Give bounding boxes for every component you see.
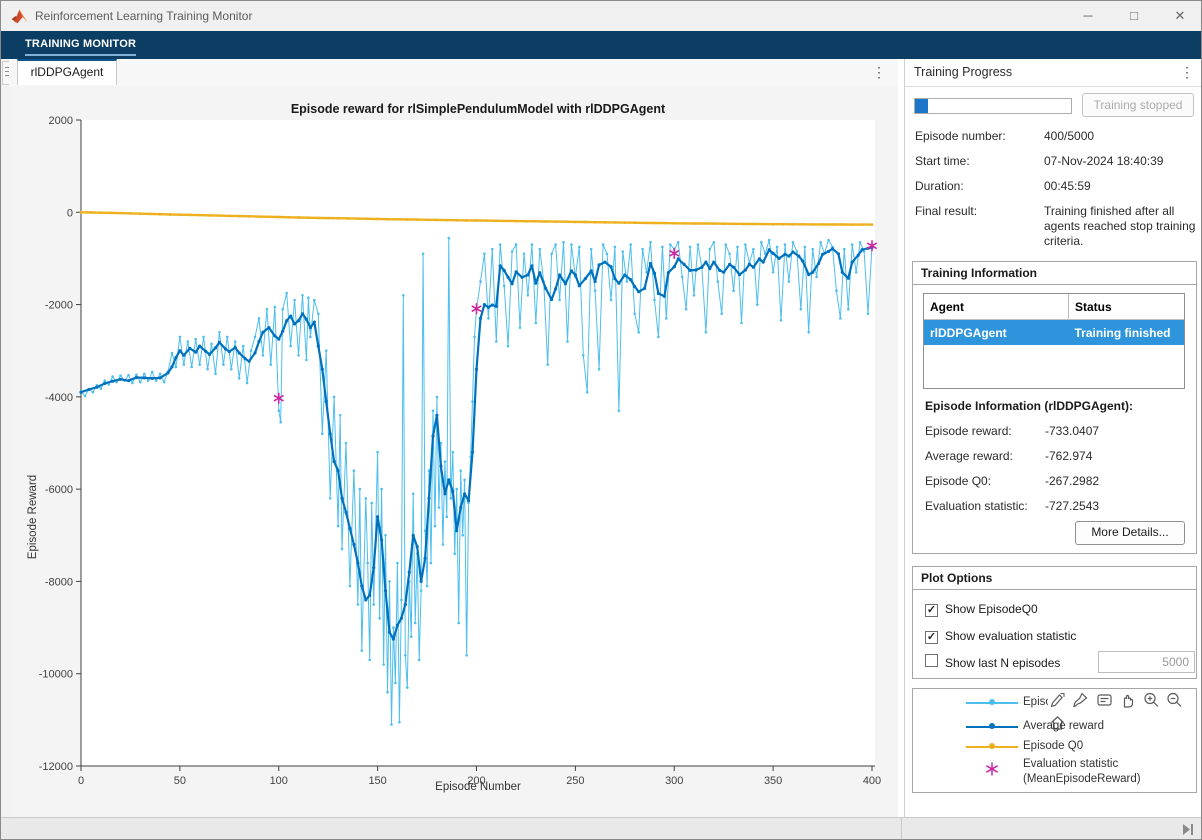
maximize-button[interactable]: □ xyxy=(1111,1,1157,31)
show-last-n-checkbox[interactable] xyxy=(925,654,938,667)
minimize-button[interactable]: ─ xyxy=(1065,1,1111,31)
figure-area: Episode reward for rlSimplePendulumModel… xyxy=(9,86,898,817)
training-information-header: Training Information xyxy=(913,262,1196,285)
show-eval-row: ✓ Show evaluation statistic xyxy=(925,627,1076,645)
agent-name-cell[interactable]: rlDDPGAgent xyxy=(924,320,1069,346)
plot-options-section: Plot Options ✓ Show EpisodeQ0 ✓ Show evalu… xyxy=(912,566,1197,679)
tab-bar-menu-icon[interactable]: ⋮ xyxy=(872,65,886,79)
legend-eval-label-line1: Evaluation statistic xyxy=(1023,758,1118,770)
axes-toolbar xyxy=(1048,691,1194,715)
episode-number-label: Episode number: xyxy=(915,129,1006,143)
episode-information-header: Episode Information (rlDDPGAgent): xyxy=(925,399,1133,413)
agents-table: Agent Status rlDDPGAgent Training finish… xyxy=(923,293,1185,389)
training-information-section: Training Information Agent Status rlDDPG… xyxy=(912,261,1197,554)
ribbon-tab-training-monitor[interactable]: TRAINING MONITOR xyxy=(25,38,136,56)
show-last-n-label: Show last N episodes xyxy=(945,656,1060,670)
y-tick-label: -8000 xyxy=(45,576,73,588)
x-tick-label: 200 xyxy=(467,775,485,787)
y-tick-label: 0 xyxy=(67,207,73,219)
legend-episode-dot xyxy=(989,699,995,705)
agents-column-agent: Agent xyxy=(924,294,1069,320)
progress-bar xyxy=(914,98,1072,114)
n-episodes-input[interactable] xyxy=(1098,651,1195,673)
agents-column-status: Status xyxy=(1069,294,1185,320)
y-tick-label: -4000 xyxy=(45,392,73,404)
legend-q0-dot xyxy=(989,743,995,749)
panel-title: Training Progress xyxy=(914,65,1012,79)
x-tick-label: 50 xyxy=(174,775,186,787)
start-time-value: 07-Nov-2024 18:40:39 xyxy=(1044,154,1163,168)
x-tick-label: 400 xyxy=(863,775,881,787)
export-icon[interactable] xyxy=(1048,691,1067,709)
final-result-label: Final result: xyxy=(915,204,977,218)
episode-reward-chart[interactable]: 0 50 100 150 200 250 300 350 400 2000 0 -2000 -4000 -… xyxy=(9,86,898,817)
legend-q0-label: Episode Q0 xyxy=(1023,740,1083,752)
progress-fill xyxy=(915,99,928,113)
y-tick-label: -6000 xyxy=(45,484,73,496)
close-button[interactable]: ✕ xyxy=(1157,1,1202,31)
episode-reward-label: Episode reward: xyxy=(925,424,1012,438)
x-tick-label: 350 xyxy=(764,775,782,787)
x-tick-label: 150 xyxy=(368,775,386,787)
y-tick-label: -12000 xyxy=(39,761,73,773)
matlab-logo-icon xyxy=(11,8,28,25)
show-episodeq0-checkbox[interactable]: ✓ xyxy=(925,604,938,617)
more-details-button[interactable]: More Details... xyxy=(1075,521,1185,545)
show-episodeq0-label: Show EpisodeQ0 xyxy=(945,602,1038,616)
x-tick-label: 250 xyxy=(566,775,584,787)
final-result-value: Training finished after all agents reach… xyxy=(1044,204,1196,249)
x-tick-label: 100 xyxy=(270,775,288,787)
zoom-in-icon[interactable] xyxy=(1142,691,1161,709)
chart-legend-box: Episode reward Average reward Episode Q0… xyxy=(912,688,1197,793)
show-episodeq0-row: ✓ Show EpisodeQ0 xyxy=(925,600,1038,618)
legend-eval-asterisk xyxy=(984,761,1000,777)
start-time-label: Start time: xyxy=(915,154,970,168)
pan-icon[interactable] xyxy=(1118,691,1137,709)
brush-icon[interactable] xyxy=(1071,691,1090,709)
document-tab-bar: rlDDPGAgent ⋮ xyxy=(9,59,898,87)
title-bar: Reinforcement Learning Training Monitor … xyxy=(1,1,1202,32)
legend-average-dot xyxy=(989,723,995,729)
training-stopped-button[interactable]: Training stopped xyxy=(1082,93,1194,117)
agent-table-row[interactable]: rlDDPGAgent Training finished xyxy=(924,320,1184,346)
y-tick-label: -10000 xyxy=(39,669,73,681)
tab-rlddpgagent[interactable]: rlDDPGAgent xyxy=(17,59,117,85)
app-window: Reinforcement Learning Training Monitor … xyxy=(0,0,1202,840)
average-reward-label: Average reward: xyxy=(925,449,1013,463)
legend-average-label: Average reward xyxy=(1023,720,1104,732)
episode-q0-label: Episode Q0: xyxy=(925,474,991,488)
duration-value: 00:45:59 xyxy=(1044,179,1091,193)
window-title: Reinforcement Learning Training Monitor xyxy=(35,9,252,23)
ribbon: TRAINING MONITOR xyxy=(1,31,1202,59)
x-tick-label: 300 xyxy=(665,775,683,787)
evaluation-statistic-value: -727.2543 xyxy=(1045,499,1099,513)
show-last-n-row: Show last N episodes xyxy=(925,654,1060,672)
agent-status-cell[interactable]: Training finished xyxy=(1069,320,1185,346)
collapse-panel-icon[interactable] xyxy=(1181,823,1195,836)
y-tick-label: -2000 xyxy=(45,300,73,312)
legend-eval-label-line2: (MeanEpisodeReward) xyxy=(1023,773,1141,785)
x-tick-label: 0 xyxy=(78,775,84,787)
bottom-status-strip xyxy=(1,817,1202,840)
episode-q0-value: -267.2982 xyxy=(1045,474,1099,488)
episode-reward-value: -733.0407 xyxy=(1045,424,1099,438)
duration-label: Duration: xyxy=(915,179,964,193)
show-eval-checkbox[interactable]: ✓ xyxy=(925,631,938,644)
zoom-out-icon[interactable] xyxy=(1165,691,1184,709)
evaluation-statistic-label: Evaluation statistic: xyxy=(925,499,1028,513)
datatip-icon[interactable] xyxy=(1095,691,1114,709)
panel-header: Training Progress ⋮ xyxy=(905,59,1202,87)
plot-options-header: Plot Options xyxy=(913,567,1196,590)
show-eval-label: Show evaluation statistic xyxy=(945,629,1076,643)
training-progress-panel: Training Progress ⋮ Training stopped Epi… xyxy=(904,59,1202,817)
average-reward-value: -762.974 xyxy=(1045,449,1092,463)
episode-number-value: 400/5000 xyxy=(1044,129,1094,143)
panel-menu-icon[interactable]: ⋮ xyxy=(1180,65,1194,79)
y-tick-label: 2000 xyxy=(49,115,73,127)
